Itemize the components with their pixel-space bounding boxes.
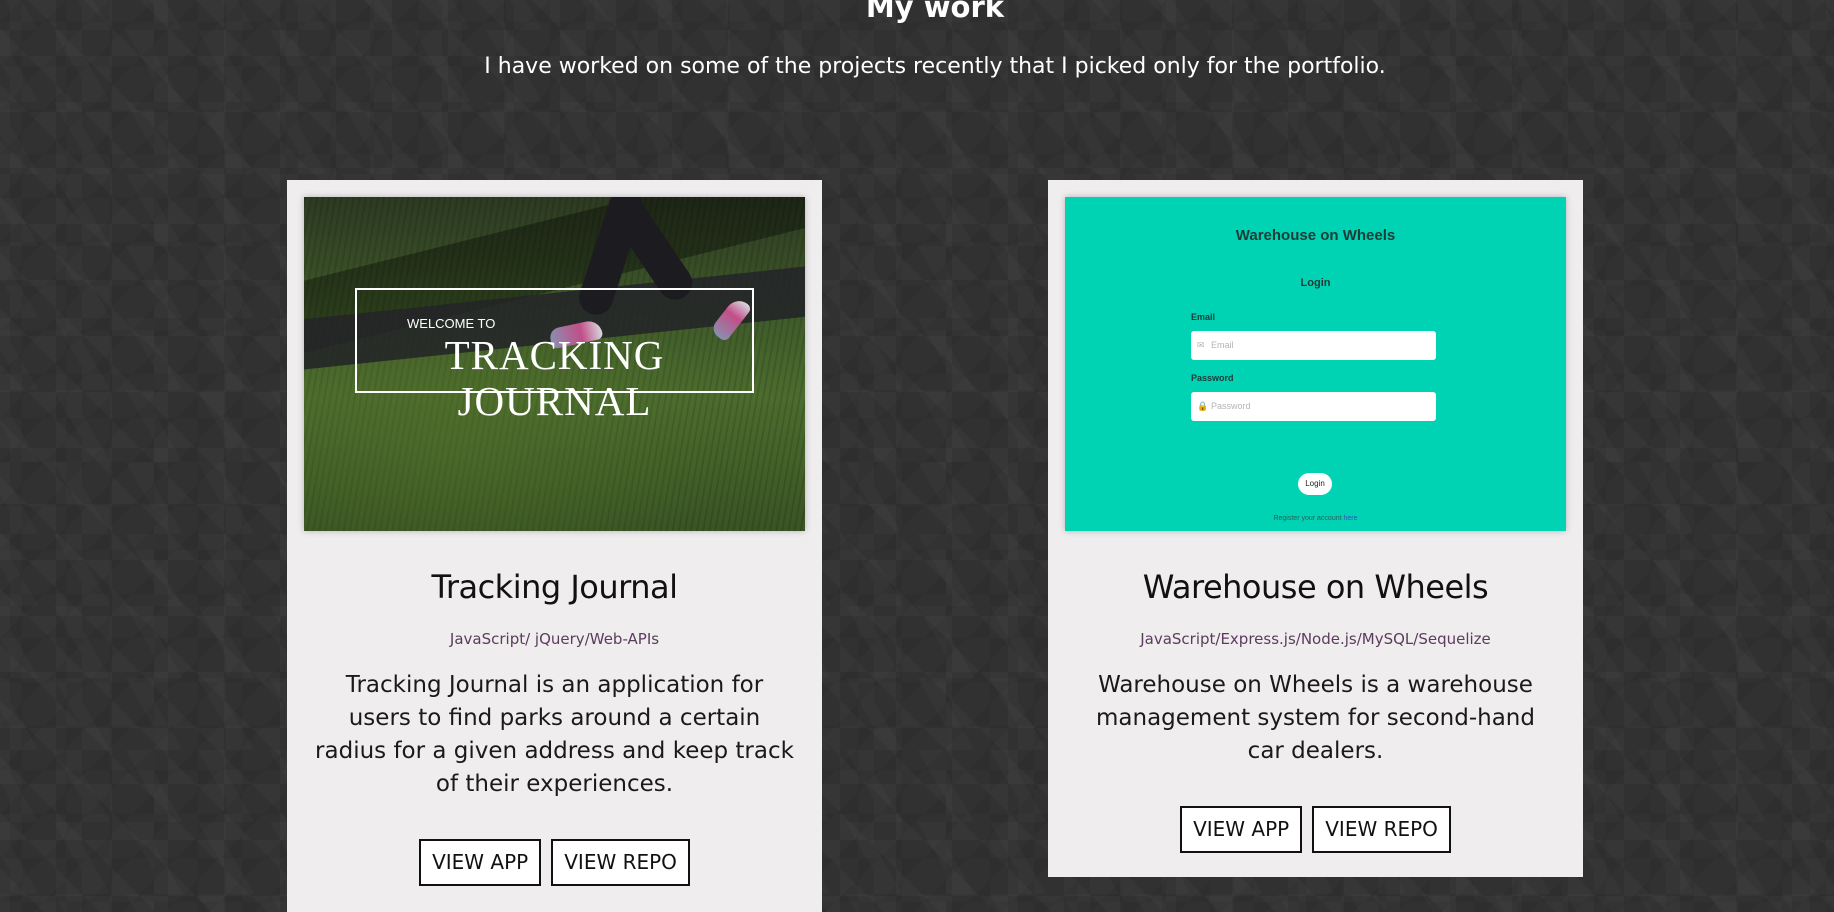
thumbnail-register-link: here bbox=[1343, 515, 1358, 522]
project-tech-stack: JavaScript/ jQuery/Web-APIs bbox=[449, 630, 660, 648]
project-description: Tracking Journal is an application for u… bbox=[315, 672, 794, 797]
view-app-button[interactable]: VIEW APP bbox=[419, 839, 542, 886]
thumbnail-password-label: Password bbox=[1191, 373, 1234, 383]
envelope-icon: ✉ bbox=[1197, 340, 1205, 350]
project-thumbnail: Warehouse on Wheels Login Email ✉ Email … bbox=[1065, 197, 1566, 531]
thumbnail-welcome-text: WELCOME TO bbox=[407, 316, 496, 331]
project-title: Warehouse on Wheels bbox=[1142, 568, 1489, 606]
thumbnail-login-button: Login bbox=[1298, 473, 1332, 495]
view-app-button[interactable]: VIEW APP bbox=[1180, 806, 1303, 853]
project-thumbnail: WELCOME TO TRACKING JOURNAL bbox=[304, 197, 805, 531]
thumbnail-password-field: 🔒 Password bbox=[1191, 392, 1436, 421]
project-tech-stack: JavaScript/Express.js/Node.js/MySQL/Sequ… bbox=[1140, 630, 1491, 648]
project-card-warehouse-on-wheels: Warehouse on Wheels Login Email ✉ Email … bbox=[1048, 180, 1583, 877]
project-card-tracking-journal: WELCOME TO TRACKING JOURNAL Tracking Jou… bbox=[287, 180, 822, 912]
thumbnail-email-label: Email bbox=[1191, 312, 1216, 322]
thumbnail-email-placeholder: Email bbox=[1211, 340, 1234, 350]
section-title: My work bbox=[865, 0, 1005, 24]
thumbnail-banner: WELCOME TO TRACKING JOURNAL bbox=[355, 288, 754, 424]
project-actions: VIEW APP VIEW REPO bbox=[304, 839, 805, 886]
view-repo-button[interactable]: VIEW REPO bbox=[551, 839, 690, 886]
thumbnail-password-placeholder: Password bbox=[1211, 401, 1251, 411]
view-repo-button[interactable]: VIEW REPO bbox=[1312, 806, 1451, 853]
thumbnail-email-field: ✉ Email bbox=[1191, 331, 1436, 360]
section-subtitle: I have worked on some of the projects re… bbox=[484, 54, 1386, 79]
thumbnail-register-text: Register your account here bbox=[1065, 515, 1566, 522]
thumbnail-brand-text: TRACKING JOURNAL bbox=[444, 332, 665, 424]
lock-icon: 🔒 bbox=[1197, 401, 1209, 411]
project-title: Tracking Journal bbox=[431, 568, 678, 606]
thumbnail-login-heading: Login bbox=[1300, 277, 1331, 289]
thumbnail-app-title: Warehouse on Wheels bbox=[1235, 227, 1396, 244]
project-description: Warehouse on Wheels is a warehouse manag… bbox=[1096, 672, 1535, 764]
thumbnail-register-label: Register your account bbox=[1273, 515, 1342, 522]
project-actions: VIEW APP VIEW REPO bbox=[1065, 806, 1566, 853]
